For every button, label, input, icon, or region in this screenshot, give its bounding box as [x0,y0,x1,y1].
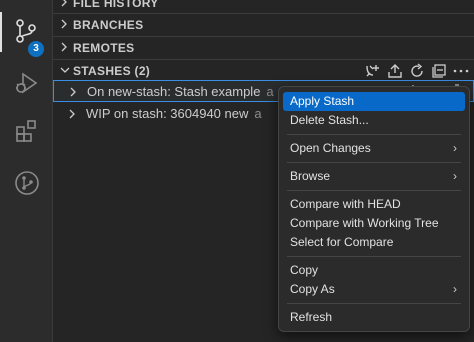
menu-copy-as[interactable]: Copy As › [283,280,465,299]
menu-separator [287,162,461,163]
menu-copy-as-label: Copy As [290,282,335,296]
more-actions-icon[interactable] [452,63,470,79]
menu-apply-stash[interactable]: Apply Stash [283,92,465,111]
chevron-right-icon [69,109,75,119]
menu-separator [287,190,461,191]
menu-compare-head[interactable]: Compare with HEAD [283,195,465,214]
section-file-history[interactable]: FILE HISTORY [53,0,474,14]
chevron-right-icon [70,87,76,97]
activity-bar: 3 [0,0,53,342]
source-control-badge: 3 [28,41,44,57]
chevron-right-icon [61,42,67,52]
stashes-toolbar [364,63,470,79]
section-label: BRANCHES [73,18,144,32]
refresh-icon[interactable] [408,63,426,79]
stash-label-container: WIP on stash: 3604940 new a [86,106,262,121]
menu-browse-label: Browse [290,169,331,183]
menu-open-changes-label: Open Changes [290,141,371,155]
stash-label: WIP on stash: 3604940 new [86,106,249,121]
section-label: FILE HISTORY [73,0,159,10]
run-debug-tab[interactable] [0,60,53,108]
extensions-tab[interactable] [0,108,53,156]
stash-description: a [266,84,274,99]
collapse-all-icon[interactable] [430,63,448,79]
menu-delete-stash[interactable]: Delete Stash... [283,111,465,130]
submenu-arrow-icon: › [453,169,457,183]
menu-browse[interactable]: Browse › [283,167,465,186]
menu-compare-working-tree[interactable]: Compare with Working Tree [283,214,465,233]
section-branches[interactable]: BRANCHES [53,13,474,35]
stash-save-icon[interactable] [364,63,382,79]
section-label: STASHES (2) [73,64,151,78]
section-remotes[interactable]: REMOTES [53,36,474,58]
git-graph-icon [15,171,39,195]
chevron-right-icon [61,19,67,29]
stash-push-icon[interactable] [386,63,404,79]
menu-select-compare[interactable]: Select for Compare [283,233,465,252]
chevron-down-icon [60,67,70,73]
stash-label: On new-stash: Stash example [87,84,261,99]
extensions-icon [16,120,36,142]
context-menu: Apply Stash Delete Stash... Open Changes… [278,86,470,332]
menu-separator [287,256,461,257]
section-stashes[interactable]: STASHES (2) [53,59,474,81]
menu-copy[interactable]: Copy [283,261,465,280]
source-control-tab[interactable]: 3 [0,8,53,57]
menu-open-changes[interactable]: Open Changes › [283,139,465,158]
menu-refresh[interactable]: Refresh [283,308,465,327]
section-label: REMOTES [73,41,135,55]
submenu-arrow-icon: › [453,141,457,155]
submenu-arrow-icon: › [453,282,457,296]
chevron-right-icon [61,0,67,7]
git-graph-tab[interactable] [0,160,53,208]
active-indicator [0,12,2,52]
menu-separator [287,134,461,135]
menu-separator [287,303,461,304]
stash-description: a [254,106,262,121]
run-debug-icon [16,72,38,94]
stash-label-container: On new-stash: Stash example a [87,84,274,99]
